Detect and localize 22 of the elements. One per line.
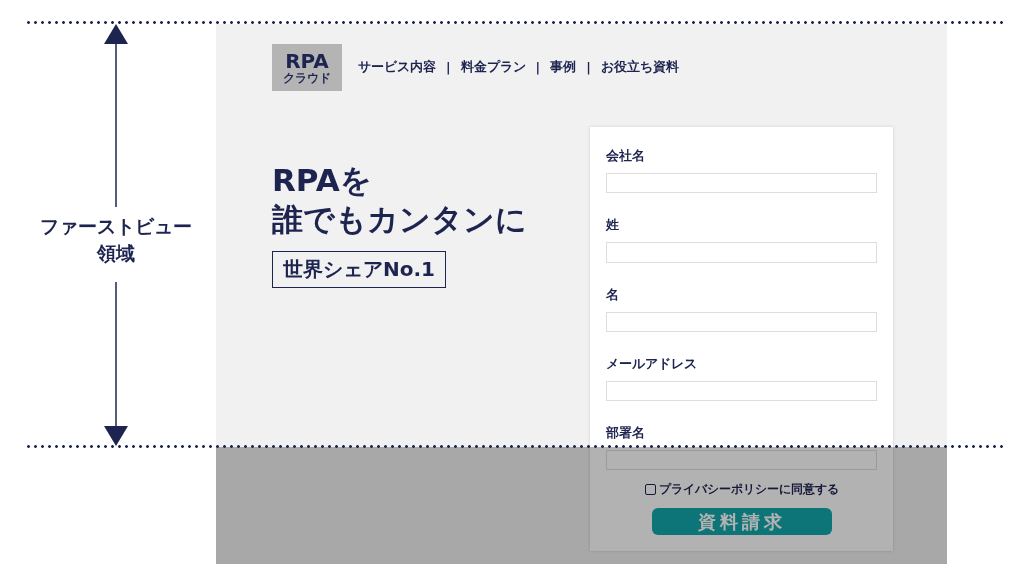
nav-link[interactable]: お役立ち資料 bbox=[600, 59, 679, 76]
field-label: 姓 bbox=[606, 216, 620, 235]
nav-separator: | bbox=[446, 60, 451, 75]
input-field[interactable] bbox=[606, 450, 877, 471]
checkbox[interactable] bbox=[644, 484, 656, 496]
input-field[interactable] bbox=[606, 242, 877, 263]
nav-separator: | bbox=[586, 60, 591, 75]
nav-separator: | bbox=[535, 60, 541, 75]
field-label: 部署名 bbox=[606, 424, 646, 442]
nav-link[interactable]: 事例 bbox=[550, 59, 577, 76]
nav-link[interactable]: サービス内容 bbox=[358, 59, 436, 76]
logo[interactable]: RPA クラウド bbox=[272, 44, 342, 91]
privacy-label: プライバシーポリシーに同意する bbox=[658, 481, 839, 499]
field-label: 名 bbox=[606, 285, 620, 304]
field-label: メールアドレス bbox=[606, 354, 698, 373]
share-badge: 世界シェアNo.1 bbox=[272, 250, 446, 288]
nav-link[interactable]: 料金プラン bbox=[460, 59, 526, 76]
field-label: 会社名 bbox=[606, 147, 646, 165]
input-field[interactable] bbox=[606, 173, 877, 194]
input-field[interactable] bbox=[606, 380, 877, 401]
input-field[interactable] bbox=[606, 311, 877, 332]
hero-headline: RPAを 誰でもカンタンに bbox=[272, 161, 528, 239]
